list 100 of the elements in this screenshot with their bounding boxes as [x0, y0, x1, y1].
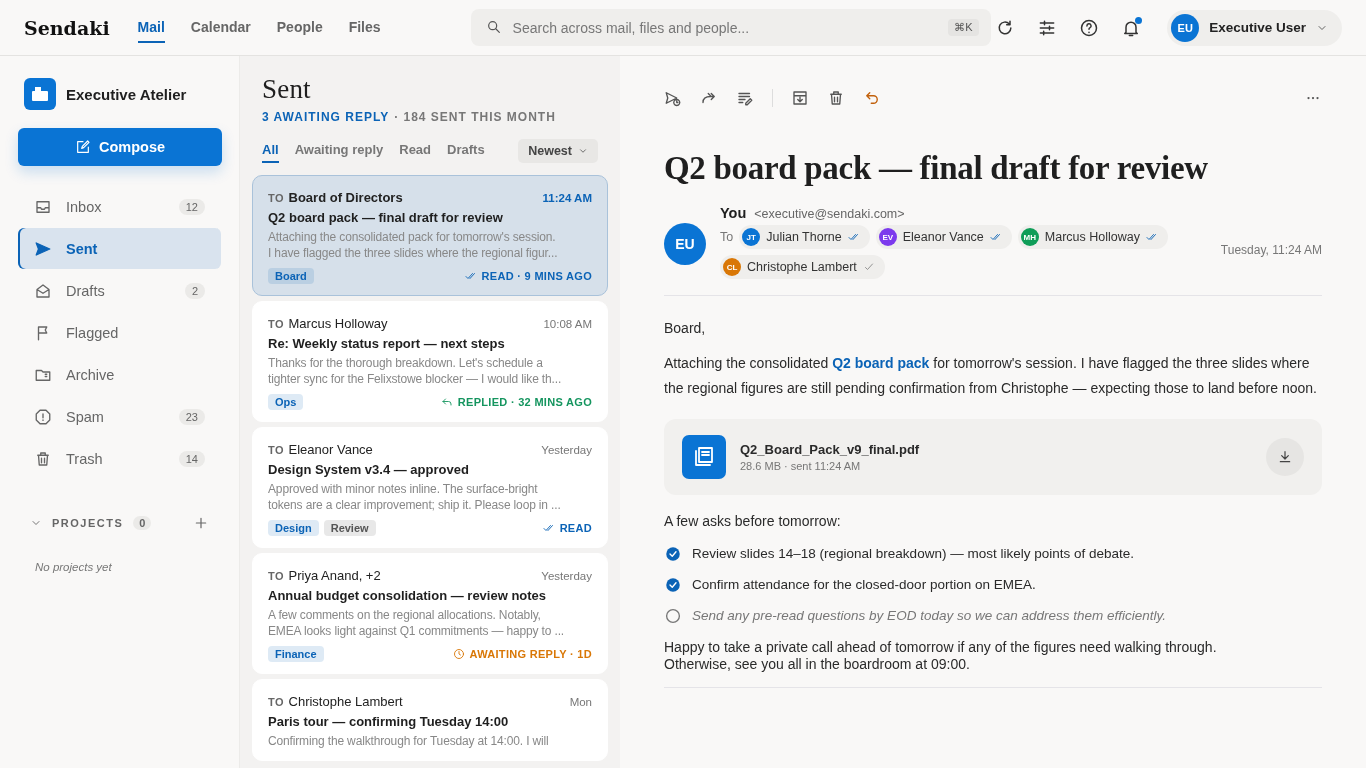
empty-circle-icon[interactable]	[664, 606, 682, 625]
recipient-chip[interactable]: JT Julian Thorne	[739, 225, 870, 249]
empty-state-text: No projects yet	[35, 561, 113, 573]
message-status: READ · 9 MINS AGO	[481, 270, 592, 282]
sender-email: <executive@sendaki.com>	[754, 207, 905, 221]
download-icon	[1277, 449, 1293, 465]
search-icon	[485, 19, 502, 35]
section-label: PROJECTS	[52, 517, 124, 529]
recipient-chip[interactable]: MH Marcus Holloway	[1017, 225, 1168, 249]
recipient-chip[interactable]: CL Christophe Lambert	[720, 255, 885, 279]
message-date: Tuesday, 11:24 AM	[1220, 243, 1322, 257]
sender-name: You	[720, 205, 747, 221]
message-card[interactable]: TO Christophe Lambert Mon Paris tour — confirming Tuesday 14:00 Confirming the walkthrough for Tuesday at 14:00. I will	[252, 679, 608, 761]
unread-count: 12	[178, 198, 205, 215]
tag: Design	[268, 520, 319, 536]
trash-icon	[34, 449, 52, 468]
nav-tab[interactable]: People	[276, 12, 323, 43]
recipient-name: Eleanor Vance	[288, 442, 373, 457]
folder-item[interactable]: Drafts 2	[18, 270, 221, 311]
undo-icon[interactable]	[863, 89, 881, 107]
message-status: READ	[559, 522, 592, 534]
message-subject: Annual budget consolidation — review notes	[268, 588, 548, 603]
folder-item[interactable]: Sent	[18, 228, 221, 269]
recipient-name: Priya Anand, +2	[288, 568, 381, 583]
recipient-avatar: MH	[1020, 228, 1039, 246]
attachment-card[interactable]: Q2_Board_Pack_v9_final.pdf 28.6 MB · sent 11:24 AM	[664, 419, 1322, 495]
unread-count: 23	[178, 408, 205, 425]
recipient-chip[interactable]: EV Eleanor Vance	[875, 225, 1012, 249]
message-time: 11:24 AM	[542, 192, 592, 204]
user-avatar: EU	[1171, 13, 1200, 42]
message-subject: Q2 board pack — final draft for review	[664, 150, 1209, 187]
message-preview: Attaching the consolidated pack for tomorrow's session.	[268, 229, 557, 245]
archive-icon[interactable]	[791, 89, 809, 107]
sort-dropdown[interactable]: Newest	[518, 138, 598, 163]
shortcut-hint: ⌘K	[948, 19, 979, 36]
user-menu[interactable]: EU Executive User	[1167, 9, 1342, 46]
to-label: TO	[268, 192, 285, 204]
message-preview: Approved with minor notes inline. The surface-bright	[268, 481, 539, 497]
body-text: Otherwise, see you all in the boardroom at 09:00.	[664, 656, 971, 673]
greeting-text: Board,	[664, 319, 707, 338]
project-count: 0	[133, 516, 152, 530]
recipient-name: Board of Directors	[288, 190, 403, 205]
to-label: TO	[268, 444, 285, 456]
folder-item[interactable]: Inbox 12	[18, 186, 221, 227]
filter-tab[interactable]: Read	[399, 138, 432, 163]
to-label: TO	[268, 318, 285, 330]
tag: Ops	[268, 394, 304, 410]
recipient-name: Marcus Holloway	[288, 316, 388, 331]
send-icon	[34, 239, 52, 258]
message-preview: A few comments on the regional allocations. Notably,	[268, 607, 542, 623]
attachment-meta: 28.6 MB · sent 11:24 AM	[740, 459, 862, 473]
message-status: REPLIED · 32 MINS AGO	[457, 396, 592, 408]
nav-tab[interactable]: Calendar	[190, 12, 251, 43]
filter-tab[interactable]: All	[262, 138, 279, 163]
pdf-file-icon	[682, 435, 726, 479]
message-status: AWAITING REPLY · 1D	[469, 648, 592, 660]
message-preview: I have flagged the three slides where the regional figur...	[268, 245, 559, 261]
folder-item[interactable]: Flagged	[18, 312, 221, 353]
recipient-name: Eleanor Vance	[902, 230, 984, 244]
help-icon[interactable]	[1079, 17, 1100, 38]
checked-circle-icon[interactable]	[664, 544, 682, 563]
message-time: Mon	[569, 696, 592, 708]
unread-count: 14	[178, 450, 205, 467]
message-subject: Re: Weekly status report — next steps	[268, 336, 506, 351]
briefcase-icon	[24, 78, 56, 110]
recipient-avatar: EV	[878, 228, 897, 246]
folder-title: Sent	[262, 74, 312, 104]
message-subject: Design System v3.4 — approved	[268, 462, 470, 477]
tag: Review	[323, 520, 376, 536]
sent-summary: · 184 SENT THIS MONTH	[394, 110, 556, 124]
message-time: Yesterday	[541, 570, 592, 582]
recipient-name: Julian Thorne	[766, 230, 842, 244]
message-preview: tighter sync for the Felixstowe blocker — I would like th...	[268, 371, 563, 387]
recipient-name: Christophe Lambert	[747, 260, 857, 274]
download-button[interactable]	[1266, 438, 1304, 476]
compose-button[interactable]: Compose	[18, 128, 222, 166]
body-text: A few asks before tomorrow:	[664, 512, 842, 531]
folder-item[interactable]: Trash 14	[18, 438, 221, 479]
folder-item[interactable]: Spam 23	[18, 396, 221, 437]
send-later-icon[interactable]	[664, 89, 682, 107]
awaiting-count: 3 AWAITING REPLY	[262, 110, 390, 124]
nav-tab[interactable]: Mail	[137, 12, 165, 43]
to-label: TO	[268, 696, 285, 708]
message-card[interactable]: TO Eleanor Vance Yesterday Design System v3.4 — approved Approved with minor notes inline. The surface-bright tokens are a clear improvement; ship it. Please loop in ... Design Review READ	[252, 427, 608, 548]
folder-item[interactable]: Archive	[18, 354, 221, 395]
checklist-item: Review slides 14–18 (regional breakdown) — most likely points of debate.	[692, 545, 1134, 563]
delete-icon[interactable]	[827, 89, 845, 107]
filter-tab[interactable]: Drafts	[447, 138, 485, 163]
checklist-item: Send any pre-read questions by EOD today so we can address them efficiently.	[692, 607, 1166, 625]
workspace-name: Executive Atelier	[66, 85, 187, 103]
checklist-item: Confirm attendance for the closed-door portion on EMEA.	[692, 576, 1036, 594]
nav-tab[interactable]: Files	[348, 12, 381, 43]
message-card[interactable]	[252, 175, 608, 296]
message-subject: Q2 board pack — final draft for review	[268, 210, 504, 225]
message-preview: Confirming the walkthrough for Tuesday at 14:00. I will	[268, 733, 550, 749]
checked-circle-icon[interactable]	[664, 575, 682, 594]
unread-count: 2	[184, 282, 205, 299]
sender-avatar: EU	[664, 223, 706, 265]
edit-icon	[74, 139, 91, 155]
filter-tab[interactable]: Awaiting reply	[294, 138, 384, 163]
